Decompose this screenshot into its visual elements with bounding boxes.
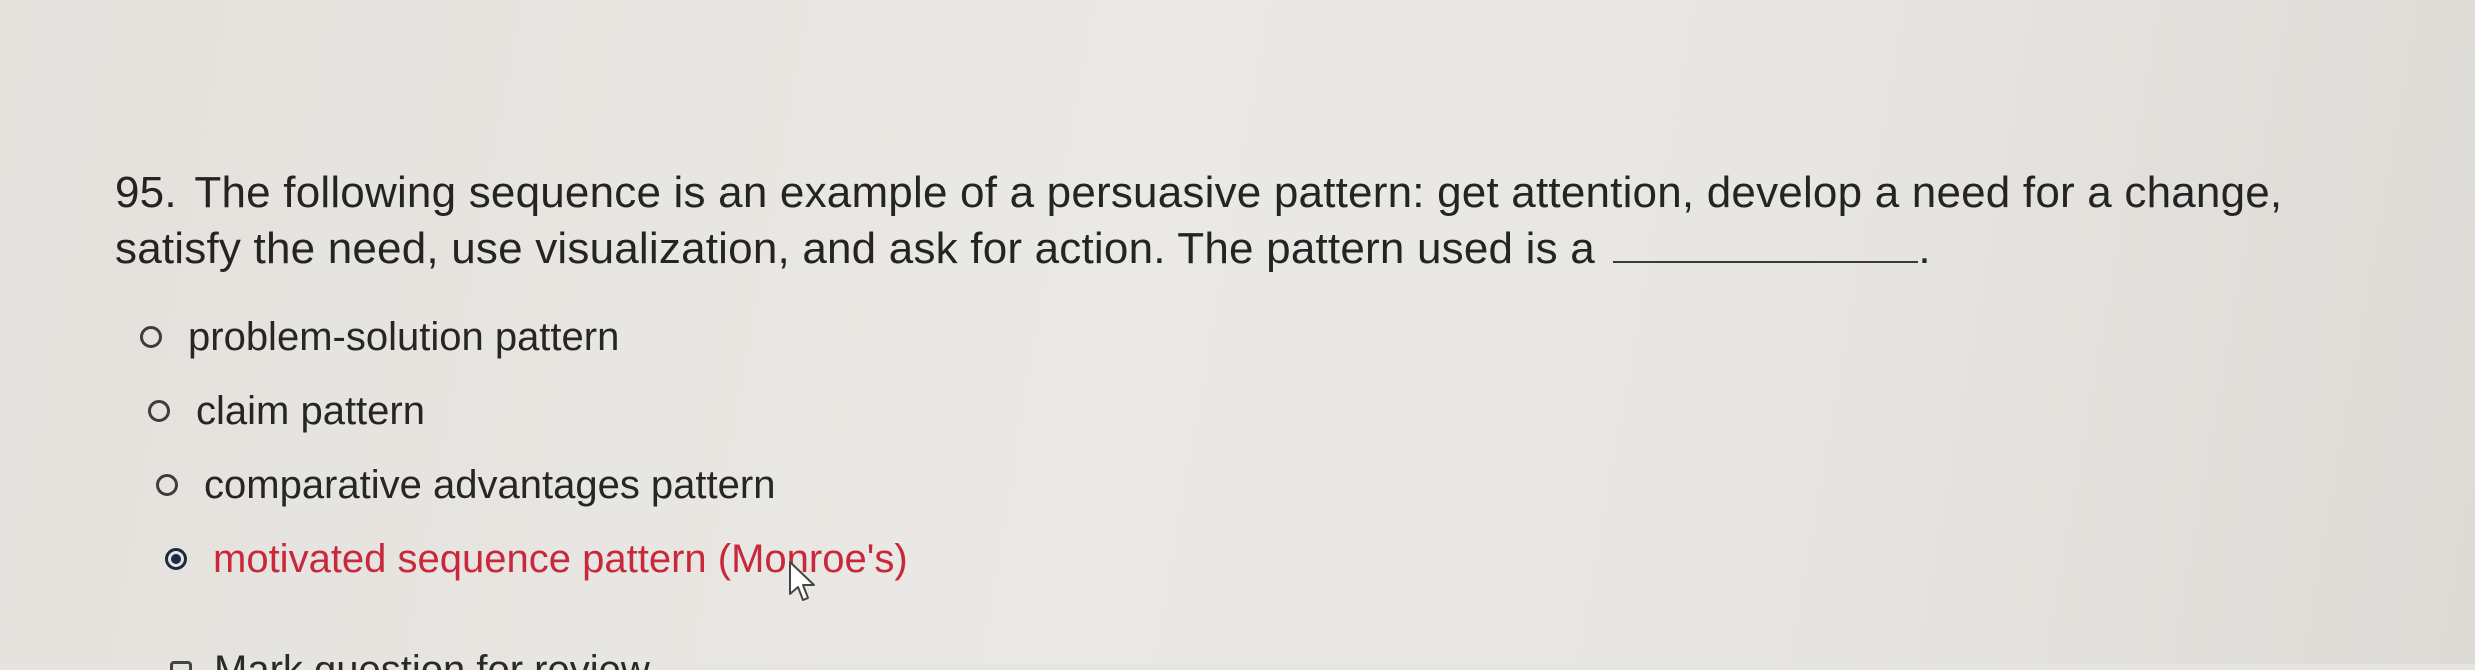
fill-in-blank (1613, 223, 1919, 263)
mark-for-review-partial[interactable]: Mark question for review (170, 650, 690, 670)
radio-button[interactable] (156, 474, 178, 496)
question-period: . (1918, 224, 1931, 273)
option-comparative-advantages[interactable]: comparative advantages pattern (156, 448, 908, 522)
checkbox-icon[interactable] (170, 661, 192, 670)
option-claim[interactable]: claim pattern (148, 374, 908, 448)
arrow-cursor-icon (789, 561, 815, 601)
option-label: problem-solution pattern (188, 314, 620, 359)
mark-for-review-label: Mark question for review (214, 650, 650, 670)
question-stem: The following sequence is an example of … (115, 168, 2283, 273)
radio-button-selected[interactable] (165, 548, 187, 570)
option-label: comparative advantages pattern (204, 462, 776, 507)
radio-button[interactable] (140, 326, 162, 348)
answer-options: problem-solution pattern claim pattern c… (140, 300, 908, 596)
question-text: 95. The following sequence is an example… (115, 165, 2365, 277)
option-problem-solution[interactable]: problem-solution pattern (140, 300, 908, 374)
question-number: 95. (115, 168, 177, 217)
option-label: claim pattern (196, 388, 425, 433)
radio-button[interactable] (148, 400, 170, 422)
